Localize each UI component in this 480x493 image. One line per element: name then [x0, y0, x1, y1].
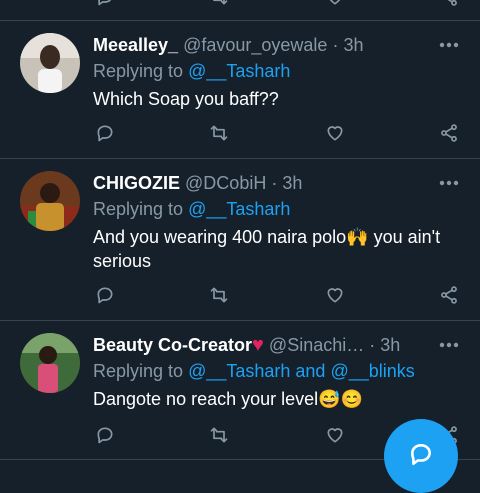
share-icon[interactable] — [438, 284, 460, 306]
more-icon[interactable] — [439, 338, 459, 352]
tweet[interactable]: Meealley_ @favour_oyewale · 3h Replying … — [0, 21, 480, 157]
separator: · — [369, 335, 376, 355]
avatar[interactable] — [20, 171, 80, 231]
separator: · — [332, 35, 339, 55]
avatar[interactable] — [20, 33, 80, 93]
tweet[interactable]: CHIGOZIE @DCobiH · 3h Replying to @__Tas… — [0, 159, 480, 319]
timestamp[interactable]: 3h — [380, 335, 400, 355]
tweet-header: CHIGOZIE @DCobiH · 3h — [93, 171, 302, 195]
reply-icon[interactable] — [94, 424, 116, 446]
retweet-icon[interactable] — [208, 122, 230, 144]
heart-icon[interactable] — [324, 284, 346, 306]
timestamp[interactable]: 3h — [343, 35, 363, 55]
compose-icon — [408, 419, 434, 472]
more-icon[interactable] — [439, 176, 459, 190]
retweet-icon[interactable] — [208, 284, 230, 306]
timestamp[interactable]: 3h — [282, 173, 302, 193]
replying-to: Replying to @__Tasharh and @__blinks — [93, 359, 415, 383]
replying-to: Replying to @__Tasharh — [93, 59, 290, 83]
retweet-icon[interactable] — [208, 424, 230, 446]
username[interactable]: @Sinachi… — [269, 335, 364, 355]
tweet-text: Dangote no reach your level — [93, 389, 319, 409]
replying-handle[interactable]: @__Tasharh — [188, 199, 290, 219]
separator: · — [271, 173, 278, 193]
reply-icon[interactable] — [94, 284, 116, 306]
share-icon[interactable] — [438, 122, 460, 144]
replying-handle[interactable]: @__Tasharh — [188, 61, 290, 81]
tweet-text: And you wearing 400 naira polo — [93, 227, 347, 247]
compose-reply-button[interactable] — [384, 419, 458, 493]
display-name[interactable]: CHIGOZIE — [93, 173, 180, 193]
display-name[interactable]: Beauty Co-Creator — [93, 335, 252, 355]
raised-hands-emoji: 🙌 — [346, 227, 369, 247]
reply-icon[interactable] — [94, 122, 116, 144]
share-icon[interactable] — [438, 0, 460, 8]
heart-emoji: ♥ — [252, 334, 264, 356]
display-name[interactable]: Meealley_ — [93, 35, 178, 55]
reply-icon[interactable] — [94, 0, 116, 8]
previous-tweet-actions — [0, 0, 480, 16]
replying-prefix: Replying to — [93, 199, 184, 219]
heart-icon[interactable] — [324, 424, 346, 446]
emoji: 😅😊 — [318, 389, 363, 409]
tweet-text-line-1: And you wearing 400 naira polo🙌 you ain'… — [93, 225, 440, 249]
heart-icon[interactable] — [324, 122, 346, 144]
more-icon[interactable] — [439, 38, 459, 52]
replying-handle[interactable]: @__Tasharh and @__blinks — [188, 361, 415, 381]
tweet-header: Beauty Co-Creator♥ @Sinachi… · 3h — [93, 333, 400, 357]
avatar[interactable] — [20, 333, 80, 393]
retweet-icon[interactable] — [208, 0, 230, 8]
replying-prefix: Replying to — [93, 361, 184, 381]
tweet-text-line: Dangote no reach your level😅😊 — [93, 387, 363, 411]
tweet-text: Which Soap you baff?? — [93, 89, 279, 109]
tweet-header: Meealley_ @favour_oyewale · 3h — [93, 33, 364, 57]
tweet-text-line-2: serious — [93, 251, 152, 271]
username[interactable]: @DCobiH — [185, 173, 266, 193]
heart-icon[interactable] — [324, 0, 346, 8]
replying-prefix: Replying to — [93, 61, 184, 81]
username[interactable]: @favour_oyewale — [183, 35, 327, 55]
tweet-text: you ain't — [368, 227, 441, 247]
replying-to: Replying to @__Tasharh — [93, 197, 290, 221]
